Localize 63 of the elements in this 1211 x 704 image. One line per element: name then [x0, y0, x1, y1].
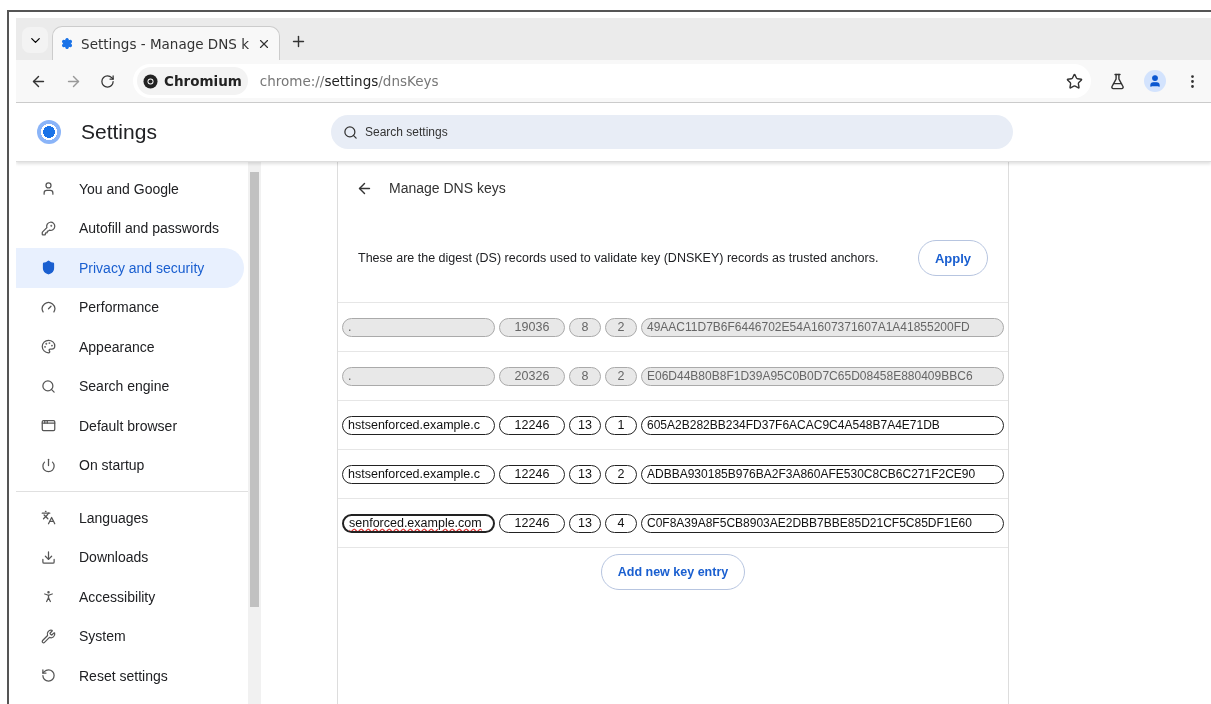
translate-icon	[41, 510, 56, 526]
tab-title: Settings - Manage DNS k	[81, 35, 249, 52]
domain-field[interactable]: senforced.example.com	[342, 513, 495, 533]
sidebar-item[interactable]: Appearance	[16, 327, 244, 367]
sidebar-item[interactable]: Performance	[16, 287, 244, 327]
sidebar-item[interactable]: Accessibility	[16, 577, 244, 617]
algorithm-field[interactable]: 13	[569, 415, 601, 435]
accessibility-icon	[41, 589, 56, 605]
sidebar-item[interactable]: Languages	[16, 498, 244, 538]
scrollbar[interactable]	[248, 162, 261, 704]
add-key-button[interactable]: Add new key entry	[600, 554, 746, 590]
key-tag-field[interactable]: 12246	[499, 415, 565, 435]
sidebar-item[interactable]: Reset settings	[16, 656, 244, 696]
digest-type-field[interactable]: 1	[605, 415, 637, 435]
digest-field[interactable]: ADBBA930185B976BA2F3A860AFE530C8CB6C271F2CE90	[641, 464, 1004, 484]
key-tag-field[interactable]: 12246	[499, 513, 565, 533]
sidebar-item[interactable]: Search engine	[16, 366, 244, 406]
apply-button[interactable]: Apply	[917, 240, 988, 276]
bookmark-star-icon[interactable]	[1066, 72, 1083, 90]
reset-icon	[41, 668, 56, 684]
key-icon	[41, 220, 56, 236]
address-bar[interactable]: Chromium chrome://settings/dnsKeys	[133, 64, 1091, 98]
search-field[interactable]: Search settings	[331, 115, 1013, 149]
domain-field[interactable]: hstsenforced.example.c	[342, 415, 495, 435]
settings-logo	[37, 120, 61, 144]
algorithm-field[interactable]: 13	[569, 513, 601, 533]
shield-icon	[41, 260, 56, 276]
sidebar-item[interactable]: On startup	[16, 445, 244, 485]
flask-icon[interactable]	[1109, 72, 1126, 90]
gauge-icon	[41, 299, 56, 315]
search-icon	[41, 378, 56, 394]
reload-button[interactable]	[100, 73, 115, 89]
sidebar-item[interactable]: Downloads	[16, 537, 244, 577]
section-title: Manage DNS keys	[389, 180, 506, 196]
key-tag-field[interactable]: 12246	[499, 464, 565, 484]
algorithm-field[interactable]: 13	[569, 464, 601, 484]
digest-field[interactable]: 605A2B282BB234FD37F6ACAC9C4A548B7A4E71DB	[641, 415, 1004, 435]
new-tab-button[interactable]	[290, 33, 307, 50]
wrench-icon	[41, 628, 56, 644]
digest-field[interactable]: C0F8A39A8F5CB8903AE2DBB7BBE85D21CF5C85DF1E60	[641, 513, 1004, 533]
site-chip[interactable]: Chromium	[137, 67, 248, 95]
sidebar-item[interactable]: You and Google	[16, 169, 244, 209]
url-text: chrome://settings/dnsKeys	[259, 73, 440, 89]
digest-type-field[interactable]: 4	[605, 513, 637, 533]
sidebar-item[interactable]: System	[16, 616, 244, 656]
window-icon	[41, 418, 56, 434]
page-title: Settings	[81, 120, 158, 144]
sidebar-item[interactable]: Privacy and security	[16, 248, 244, 288]
tab-list-button[interactable]	[22, 27, 48, 53]
gear-icon	[61, 36, 74, 51]
browser-logo-icon	[143, 73, 158, 89]
download-icon	[41, 549, 56, 565]
palette-icon	[41, 339, 56, 355]
power-icon	[41, 457, 56, 473]
browser-tab[interactable]: Settings - Manage DNS k	[52, 26, 280, 60]
sidebar-item[interactable]: Default browser	[16, 406, 244, 446]
person-icon	[41, 181, 56, 197]
profile-avatar[interactable]	[1144, 70, 1166, 92]
domain-field[interactable]: hstsenforced.example.c	[342, 464, 495, 484]
search-icon	[343, 125, 358, 140]
digest-type-field[interactable]: 2	[605, 464, 637, 484]
sidebar-item[interactable]: Autofill and passwords	[16, 208, 244, 248]
description-text: These are the digest (DS) records used to validate key (DNSKEY) records as trusted anchors.	[358, 251, 879, 265]
